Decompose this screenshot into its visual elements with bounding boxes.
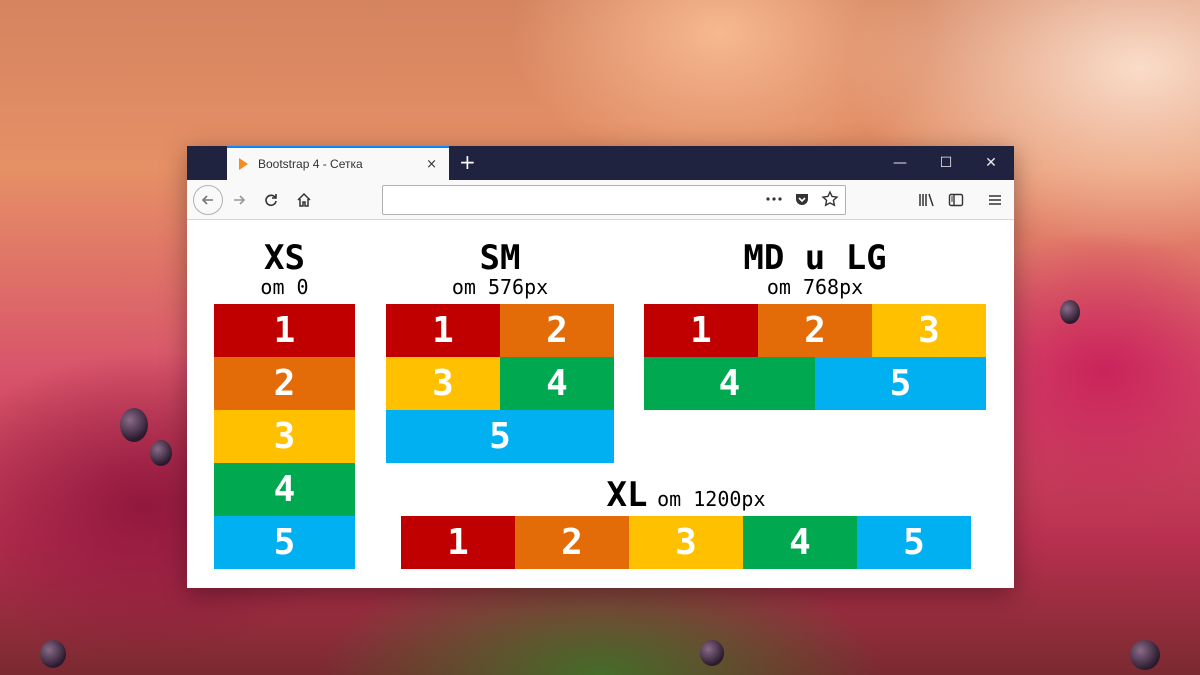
xs-heading: XS om 0: [214, 240, 355, 298]
library-icon: [919, 193, 934, 207]
xl-cell-5: 5: [857, 516, 971, 569]
pocket-icon[interactable]: [794, 191, 810, 211]
xs-title: XS: [264, 238, 305, 278]
xl-heading: XL om 1200px: [401, 475, 971, 515]
home-icon: [297, 192, 311, 207]
minimize-button[interactable]: —: [877, 146, 923, 180]
page-content: XS om 0 1 2 3 4 5 SM om 576px 1 2 3 4 5 …: [187, 220, 1014, 587]
sm-heading: SM om 576px: [386, 240, 614, 298]
xl-subtitle: om 1200px: [657, 487, 766, 511]
play-icon: [239, 158, 248, 170]
xl-title: XL: [606, 475, 648, 515]
maximize-button[interactable]: ☐: [923, 146, 969, 180]
tab-bootstrap[interactable]: Bootstrap 4 - Сетка ×: [227, 146, 449, 180]
background-berry: [40, 640, 66, 668]
sm-cell-3: 3: [386, 357, 500, 410]
md-cell-5: 5: [815, 357, 986, 410]
arrow-right-icon: [234, 195, 246, 205]
new-tab-button[interactable]: +: [459, 150, 476, 174]
nav-toolbar: [187, 180, 1014, 220]
home-button[interactable]: [290, 186, 318, 214]
xl-cell-3: 3: [629, 516, 743, 569]
close-tab-icon[interactable]: ×: [426, 157, 437, 172]
md-cell-2: 2: [758, 304, 872, 357]
library-button[interactable]: [913, 186, 941, 214]
reload-button[interactable]: [257, 186, 285, 214]
sm-cell-5: 5: [386, 410, 614, 463]
xs-cell-1: 1: [214, 304, 355, 357]
sidebar-icon: [948, 193, 964, 207]
sm-cell-4: 4: [500, 357, 614, 410]
more-dots-icon[interactable]: [765, 191, 783, 211]
md-lg-title: MD u LG: [743, 238, 887, 278]
tab-title: Bootstrap 4 - Сетка: [258, 157, 363, 171]
xs-cell-2: 2: [214, 357, 355, 410]
md-cell-4: 4: [644, 357, 815, 410]
back-button[interactable]: [193, 185, 223, 215]
sidebar-button[interactable]: [942, 186, 970, 214]
forward-button[interactable]: [225, 186, 253, 214]
background-berry: [700, 640, 724, 666]
xs-cell-5: 5: [214, 516, 355, 569]
sm-subtitle: om 576px: [451, 275, 549, 299]
xs-cell-3: 3: [214, 410, 355, 463]
background-berry: [1060, 300, 1080, 324]
xs-cell-4: 4: [214, 463, 355, 516]
md-lg-heading: MD u LG om 768px: [644, 240, 986, 298]
sm-cell-2: 2: [500, 304, 614, 357]
background-berry: [150, 440, 172, 466]
xl-cell-1: 1: [401, 516, 515, 569]
xs-subtitle: om 0: [260, 275, 309, 299]
tab-bar: Bootstrap 4 - Сетка × + — ☐ ✕: [187, 146, 1014, 180]
md-cell-1: 1: [644, 304, 758, 357]
sm-title: SM: [479, 238, 521, 278]
reload-icon: [265, 194, 277, 207]
arrow-left-icon: [201, 195, 213, 205]
background-berry: [120, 408, 148, 442]
close-window-button[interactable]: ✕: [968, 146, 1014, 180]
md-lg-subtitle: om 768px: [766, 275, 864, 299]
menu-button[interactable]: [981, 186, 1009, 214]
hamburger-menu-icon: [989, 195, 1001, 205]
md-cell-3: 3: [872, 304, 986, 357]
background-berry: [1130, 640, 1160, 670]
sm-cell-1: 1: [386, 304, 500, 357]
url-bar[interactable]: [382, 185, 846, 215]
star-icon[interactable]: [821, 190, 839, 212]
xl-cell-4: 4: [743, 516, 857, 569]
xl-cell-2: 2: [515, 516, 629, 569]
browser-window: Bootstrap 4 - Сетка × + — ☐ ✕ XS om 0 1 …: [187, 146, 1014, 588]
